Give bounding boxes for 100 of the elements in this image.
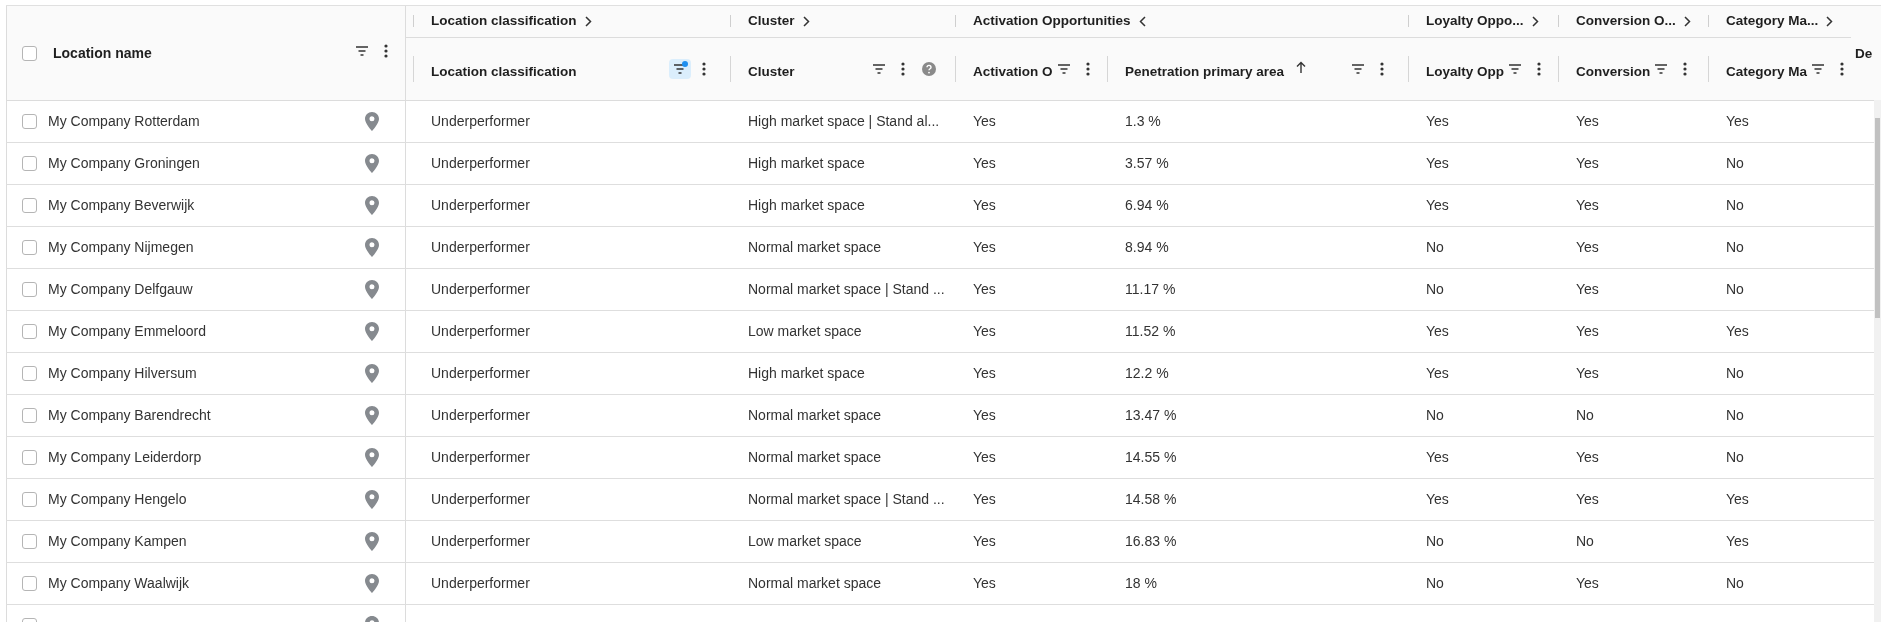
checkbox[interactable]	[22, 492, 37, 507]
checkbox[interactable]	[22, 366, 37, 381]
column-header[interactable]: Cluster	[748, 61, 795, 82]
table-cell-text: 11.52 %	[1125, 322, 1176, 341]
location-pin-icon[interactable]	[365, 490, 379, 509]
column-header[interactable]: Category Ma	[1726, 61, 1808, 82]
table-cell-text: High market space	[748, 196, 865, 215]
location-pin-icon[interactable]	[365, 280, 379, 299]
table-cell-text: Yes	[1426, 490, 1449, 509]
table-cell-text: Underperformer	[431, 490, 530, 509]
table-cell-text: No	[1576, 406, 1594, 425]
location-pin-icon[interactable]	[365, 238, 379, 257]
table-cell-text: Yes	[1576, 238, 1599, 257]
table-cell-text: High market space	[748, 364, 865, 383]
column-header[interactable]: Loyalty Opp	[1426, 61, 1504, 82]
location-name: My Company Waalwijk	[48, 574, 191, 593]
checkbox[interactable]	[22, 576, 37, 591]
column-group-header[interactable]: Activation Opportunities	[973, 11, 1146, 32]
table-cell-text: Yes	[1576, 448, 1599, 467]
checkbox[interactable]	[22, 156, 37, 171]
table-cell-text: Yes	[1576, 154, 1599, 173]
table-cell-text: 6.94 %	[1125, 196, 1169, 215]
location-name: My Company Rotterdam	[48, 112, 201, 131]
table-cell-text: Underperformer	[431, 154, 530, 173]
checkbox[interactable]	[22, 282, 37, 297]
checkbox[interactable]	[22, 45, 37, 61]
table-cell-text: Underperformer	[431, 280, 530, 299]
table-cell-text: Yes	[1726, 532, 1749, 551]
table-cell-text: Yes	[1576, 574, 1599, 593]
table-cell-text: Low market space	[748, 322, 862, 341]
table-cell-text: Yes	[973, 112, 996, 131]
chevron-right-icon[interactable]	[584, 15, 592, 27]
table-cell-text: Yes	[973, 406, 996, 425]
location-pin-icon[interactable]	[365, 196, 379, 215]
column-header[interactable]: Conversion	[1576, 61, 1651, 82]
table-cell-text: Underperformer	[431, 574, 530, 593]
table-cell-text: No	[1426, 532, 1444, 551]
location-pin-icon[interactable]	[365, 322, 379, 341]
checkbox[interactable]	[22, 114, 37, 129]
table-cell-text: Yes	[1576, 112, 1599, 131]
column-header[interactable]: Location classification	[431, 61, 577, 82]
table-cell-text: No	[1726, 154, 1744, 173]
table-cell-text: Normal market space	[748, 238, 882, 257]
column-group-header[interactable]: Location classification	[431, 11, 592, 32]
column-header[interactable]: Penetration primary area	[1125, 61, 1285, 82]
table-cell-text: No	[1426, 574, 1444, 593]
checkbox[interactable]	[22, 324, 37, 339]
table-cell-text: High market space	[748, 154, 865, 173]
column-header[interactable]: Activation O	[973, 61, 1053, 82]
column-header[interactable]: De	[1855, 44, 1873, 65]
location-pin-icon[interactable]	[365, 574, 379, 593]
table-cell-text: 16.83 %	[1125, 532, 1177, 551]
table-cell-text: No	[1726, 406, 1744, 425]
column-group-header[interactable]: Loyalty Oppo...	[1426, 11, 1539, 32]
checkbox[interactable]	[22, 240, 37, 255]
table-cell-text: Normal market space	[748, 448, 882, 467]
table-cell-text: Yes	[973, 238, 996, 257]
chevron-right-icon[interactable]	[802, 15, 810, 27]
location-pin-icon[interactable]	[365, 406, 379, 425]
table-cell-text: 14.58 %	[1125, 490, 1177, 509]
location-pin-icon[interactable]	[365, 112, 379, 131]
table-cell-text: No	[1426, 406, 1444, 425]
location-pin-icon[interactable]	[365, 154, 379, 173]
table-cell-text: Underperformer	[431, 112, 530, 131]
location-name: My Company Beverwijk	[48, 196, 196, 215]
checkbox[interactable]	[22, 408, 37, 423]
location-name: My Company Kampen	[48, 532, 188, 551]
column-group-header[interactable]: Category Ma...	[1726, 11, 1834, 32]
location-pin-icon[interactable]	[365, 448, 379, 467]
checkbox[interactable]	[22, 450, 37, 465]
chevron-right-icon[interactable]	[1826, 15, 1834, 27]
table-cell-text: Normal market space | Stand ...	[748, 490, 945, 509]
table-cell-text: 13.47 %	[1125, 406, 1177, 425]
table-cell-text: 1.3 %	[1125, 112, 1161, 131]
table-cell-text: Yes	[1426, 448, 1449, 467]
table-cell-text: Yes	[973, 364, 996, 383]
location-name: My Company Barendrecht	[48, 406, 212, 425]
scrollbar[interactable]	[1874, 100, 1881, 622]
checkbox[interactable]	[22, 198, 37, 213]
table-cell-text: Yes	[1726, 490, 1749, 509]
table-cell-text: Yes	[1726, 322, 1749, 341]
table-cell-text: Normal market space	[748, 574, 882, 593]
chevron-right-icon[interactable]	[1531, 15, 1539, 27]
sort-ascending-icon[interactable]	[1296, 60, 1307, 73]
table-cell-text: 12.2 %	[1125, 364, 1169, 383]
checkbox[interactable]	[22, 534, 37, 549]
table-cell-text: Yes	[1426, 364, 1449, 383]
chevron-left-icon[interactable]	[1138, 15, 1146, 27]
table-cell-text: Yes	[1426, 112, 1449, 131]
table-cell-text: No	[1726, 364, 1744, 383]
table-cell-text: Yes	[1726, 112, 1749, 131]
location-pin-icon[interactable]	[365, 364, 379, 383]
location-pin-icon[interactable]	[365, 532, 379, 551]
location-name: My Company Leiderdorp	[48, 448, 203, 467]
chevron-right-icon[interactable]	[1683, 15, 1691, 27]
table-cell-text: 8.94 %	[1125, 238, 1169, 257]
column-group-header[interactable]: Conversion O...	[1576, 11, 1691, 32]
column-group-header[interactable]: Cluster	[748, 11, 810, 32]
help-icon[interactable]	[922, 61, 936, 76]
table-cell-text: Yes	[973, 490, 996, 509]
